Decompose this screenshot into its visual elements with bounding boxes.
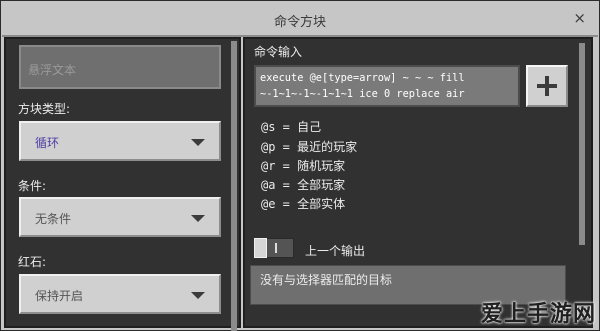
watermark-text: 爱上手游网 <box>480 302 596 327</box>
left-scrollbar[interactable] <box>231 41 237 331</box>
right-scrollbar[interactable] <box>579 43 585 245</box>
command-line-2: ~-1~1~-1~-1~1~1 ice 0 replace air <box>260 88 465 100</box>
window-title: 命令方块 <box>273 15 326 30</box>
condition-value: 无条件 <box>35 212 72 226</box>
selector-help-item: @r = 随机玩家 <box>261 159 346 173</box>
previous-output-text: 没有与选择器匹配的目标 <box>260 273 393 287</box>
command-line-1: execute @e[type=arrow] ~ ~ ~ fill <box>260 72 465 84</box>
title-bar: 命令方块 × <box>2 2 598 37</box>
redstone-label: 红石: <box>18 255 47 269</box>
selector-help-item: @p = 最近的玩家 <box>261 140 358 154</box>
command-input-label: 命令输入 <box>254 45 303 59</box>
selector-help-item: @e = 全部实体 <box>261 197 346 211</box>
condition-label: 条件: <box>18 179 47 193</box>
hover-text-placeholder: 悬浮文本 <box>28 63 77 77</box>
redstone-dropdown[interactable]: 保持开启 <box>19 274 221 314</box>
add-button[interactable] <box>526 65 568 107</box>
selector-help-item: @s = 自己 <box>261 120 322 134</box>
previous-output-label: 上一个输出 <box>305 244 366 258</box>
chevron-down-icon <box>191 292 205 299</box>
chevron-down-icon <box>191 139 205 146</box>
toggle-indicator-icon <box>275 243 277 253</box>
condition-dropdown[interactable]: 无条件 <box>19 197 221 237</box>
redstone-value: 保持开启 <box>35 289 84 303</box>
block-type-dropdown[interactable]: 循环 <box>19 121 221 161</box>
command-block-window: 命令方块 × 悬浮文本 方块类型: 循环 条件: 无条件 红石: 保持开启 命令… <box>0 0 600 331</box>
toggle-knob <box>254 238 267 258</box>
command-input[interactable]: execute @e[type=arrow] ~ ~ ~ fill ~-1~1~… <box>254 65 520 107</box>
previous-output-toggle[interactable] <box>254 238 294 258</box>
block-type-label: 方块类型: <box>18 102 71 116</box>
hover-text-input[interactable]: 悬浮文本 <box>19 45 221 89</box>
chevron-down-icon <box>191 215 205 222</box>
selector-help-item: @a = 全部玩家 <box>261 178 346 192</box>
close-icon[interactable]: × <box>573 9 586 27</box>
block-type-value: 循环 <box>35 136 60 150</box>
